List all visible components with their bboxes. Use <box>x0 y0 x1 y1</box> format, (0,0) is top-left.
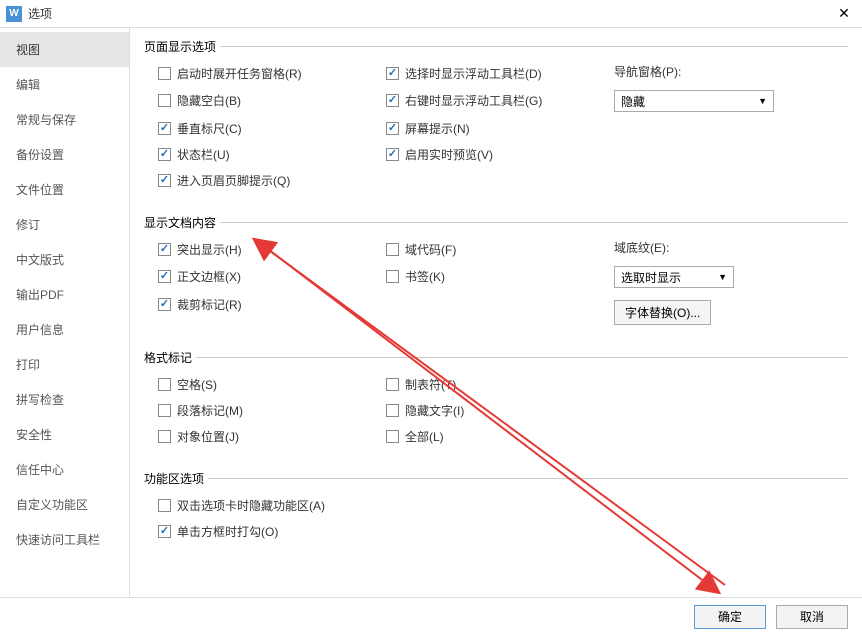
sidebar-item-6[interactable]: 中文版式 <box>0 242 129 277</box>
group-page-display: 页面显示选项 启动时展开任务窗格(R) 选择时显示浮动工具栏(D) 导航窗格(P… <box>144 38 848 202</box>
sidebar-item-1[interactable]: 编辑 <box>0 67 129 102</box>
cb-vertical-ruler[interactable]: 垂直标尺(C) <box>158 118 386 138</box>
sidebar-item-5[interactable]: 修订 <box>0 207 129 242</box>
sidebar-item-4[interactable]: 文件位置 <box>0 172 129 207</box>
sidebar-item-8[interactable]: 用户信息 <box>0 312 129 347</box>
window-title: 选项 <box>28 5 832 22</box>
field-shade-select[interactable]: 选取时显示▼ <box>614 266 734 288</box>
cb-open-task-pane[interactable]: 启动时展开任务窗格(R) <box>158 63 386 83</box>
sidebar-item-0[interactable]: 视图 <box>0 32 129 67</box>
caret-down-icon: ▼ <box>718 272 727 282</box>
legend-doc-content: 显示文档内容 <box>144 214 216 231</box>
close-icon[interactable]: ✕ <box>832 2 856 26</box>
field-shade-label: 域底纹(E): <box>614 239 844 256</box>
cb-space[interactable]: 空格(S) <box>158 374 386 394</box>
cb-live-preview[interactable]: 启用实时预览(V) <box>386 144 614 164</box>
cb-float-toolbar-rclick[interactable]: 右键时显示浮动工具栏(G) <box>386 90 614 110</box>
cb-dblclick-hide-ribbon[interactable]: 双击选项卡时隐藏功能区(A) <box>158 495 325 515</box>
cb-float-toolbar-select[interactable]: 选择时显示浮动工具栏(D) <box>386 63 614 83</box>
cb-hidden-text[interactable]: 隐藏文字(I) <box>386 400 614 420</box>
cb-bookmark[interactable]: 书签(K) <box>386 266 614 286</box>
sidebar-item-2[interactable]: 常规与保存 <box>0 102 129 137</box>
sidebar-item-14[interactable]: 快速访问工具栏 <box>0 522 129 557</box>
sidebar: 视图编辑常规与保存备份设置文件位置修订中文版式输出PDF用户信息打印拼写检查安全… <box>0 28 130 596</box>
sidebar-item-13[interactable]: 自定义功能区 <box>0 487 129 522</box>
sidebar-item-7[interactable]: 输出PDF <box>0 277 129 312</box>
group-format-marks: 格式标记 空格(S) 制表符(T) 段落标记(M) 隐藏文字(I) 对象位置(J… <box>144 349 848 458</box>
legend-page-display: 页面显示选项 <box>144 38 216 55</box>
title-bar: W 选项 ✕ <box>0 0 862 28</box>
cb-tab[interactable]: 制表符(T) <box>386 374 614 394</box>
cb-header-footer-tip[interactable]: 进入页眉页脚提示(Q) <box>158 170 386 190</box>
font-replace-button[interactable]: 字体替换(O)... <box>614 300 711 325</box>
legend-format-marks: 格式标记 <box>144 349 192 366</box>
app-icon: W <box>6 6 22 22</box>
sidebar-item-9[interactable]: 打印 <box>0 347 129 382</box>
ok-button[interactable]: 确定 <box>694 605 766 629</box>
legend-ribbon: 功能区选项 <box>144 470 204 487</box>
cb-highlight[interactable]: 突出显示(H) <box>158 239 386 259</box>
group-ribbon: 功能区选项 双击选项卡时隐藏功能区(A) 单击方框时打勾(O) <box>144 470 848 553</box>
group-doc-content: 显示文档内容 突出显示(H) 域代码(F) 域底纹(E): 正文边框(X) 书签… <box>144 214 848 337</box>
sidebar-item-10[interactable]: 拼写检查 <box>0 382 129 417</box>
cb-all-marks[interactable]: 全部(L) <box>386 426 614 446</box>
cb-status-bar[interactable]: 状态栏(U) <box>158 144 386 164</box>
cb-screen-tip[interactable]: 屏幕提示(N) <box>386 118 614 138</box>
content-pane: 页面显示选项 启动时展开任务窗格(R) 选择时显示浮动工具栏(D) 导航窗格(P… <box>130 28 862 596</box>
cb-text-border[interactable]: 正文边框(X) <box>158 266 386 286</box>
cb-crop-marks[interactable]: 裁剪标记(R) <box>158 294 386 314</box>
cb-field-code[interactable]: 域代码(F) <box>386 239 614 259</box>
sidebar-item-3[interactable]: 备份设置 <box>0 137 129 172</box>
nav-pane-select[interactable]: 隐藏▼ <box>614 90 774 112</box>
sidebar-item-11[interactable]: 安全性 <box>0 417 129 452</box>
cb-object-pos[interactable]: 对象位置(J) <box>158 426 386 446</box>
caret-down-icon: ▼ <box>758 96 767 106</box>
nav-pane-label: 导航窗格(P): <box>614 63 844 80</box>
cb-hide-blank[interactable]: 隐藏空白(B) <box>158 90 386 110</box>
sidebar-item-12[interactable]: 信任中心 <box>0 452 129 487</box>
cancel-button[interactable]: 取消 <box>776 605 848 629</box>
cb-click-check[interactable]: 单击方框时打勾(O) <box>158 521 278 541</box>
cb-paragraph-mark[interactable]: 段落标记(M) <box>158 400 386 420</box>
